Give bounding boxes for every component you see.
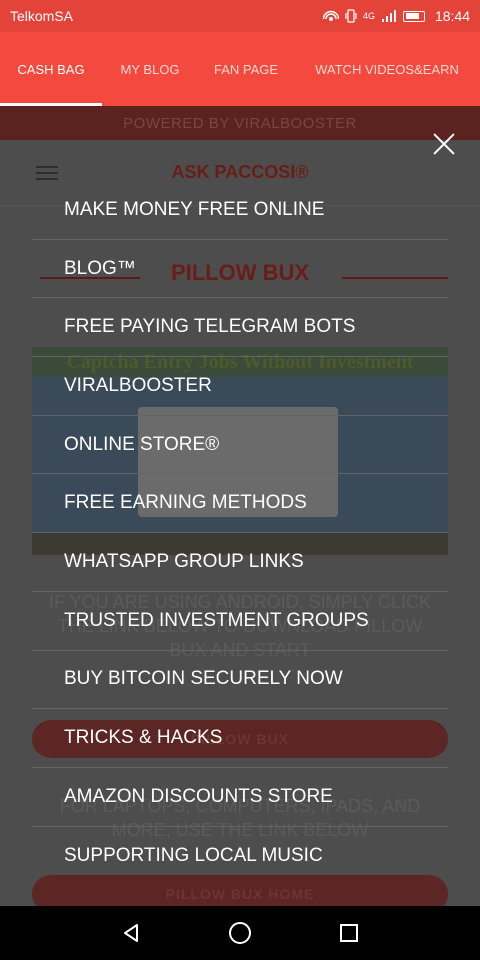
site-title: ASK PACCOSI® xyxy=(171,162,309,182)
menu-item-whatsapp-groups[interactable]: WHATSAPP GROUP LINKS xyxy=(32,533,448,592)
battery-icon xyxy=(402,10,425,22)
menu-item-viralbooster[interactable]: VIRALBOOSTER xyxy=(32,357,448,416)
signal-icon xyxy=(381,10,396,22)
hotspot-icon xyxy=(322,10,339,21)
back-button[interactable] xyxy=(111,913,151,953)
menu-item-telegram-bots[interactable]: FREE PAYING TELEGRAM BOTS xyxy=(32,298,448,358)
menu-item-investment-groups[interactable]: TRUSTED INVESTMENT GROUPS xyxy=(32,592,448,651)
menu-item-tricks-hacks[interactable]: TRICKS & HACKS xyxy=(32,709,448,768)
menu-item-make-money[interactable]: MAKE MONEY FREE ONLINE xyxy=(32,181,448,240)
recents-square-icon xyxy=(340,924,359,942)
home-circle-icon xyxy=(228,922,251,944)
system-nav-bar xyxy=(0,906,480,960)
menu-item-buy-bitcoin[interactable]: BUY BITCOIN SECURELY NOW xyxy=(32,651,448,710)
status-icons: 4G 18:44 xyxy=(322,8,470,24)
clock: 18:44 xyxy=(434,8,470,24)
tab-my-blog[interactable]: MY BLOG xyxy=(102,32,198,106)
status-bar: TelkomSA 4G 18:44 xyxy=(0,0,480,32)
overlay-nav-menu: MAKE MONEY FREE ONLINE BLOG™ FREE PAYING… xyxy=(32,181,448,885)
menu-item-amazon-discounts[interactable]: AMAZON DISCOUNTS STORE xyxy=(32,768,448,827)
tab-watch-videos-earn[interactable]: WATCH VIDEOS&EARN xyxy=(294,32,480,106)
network-type: 4G xyxy=(362,11,375,21)
back-triangle-icon xyxy=(123,924,138,942)
tab-cash-bag[interactable]: CASH BAG xyxy=(0,32,102,106)
menu-item-earning-methods[interactable]: FREE EARNING METHODS xyxy=(32,474,448,534)
powered-by-banner: POWERED BY VIRALBOOSTER xyxy=(0,106,480,140)
menu-item-local-music[interactable]: SUPPORTING LOCAL MUSIC xyxy=(32,827,448,886)
menu-item-online-store[interactable]: ONLINE STORE® xyxy=(32,416,448,475)
app-tab-bar: CASH BAG MY BLOG FAN PAGE WATCH VIDEOS&E… xyxy=(0,32,480,106)
carrier-name: TelkomSA xyxy=(10,8,74,24)
vibrate-icon xyxy=(345,9,357,23)
menu-item-blog[interactable]: BLOG™ xyxy=(32,240,448,299)
tab-fan-page[interactable]: FAN PAGE xyxy=(198,32,294,106)
hamburger-menu-icon xyxy=(36,166,58,180)
close-menu-icon[interactable] xyxy=(430,130,458,158)
recents-button[interactable] xyxy=(329,913,369,953)
home-button[interactable] xyxy=(220,913,260,953)
